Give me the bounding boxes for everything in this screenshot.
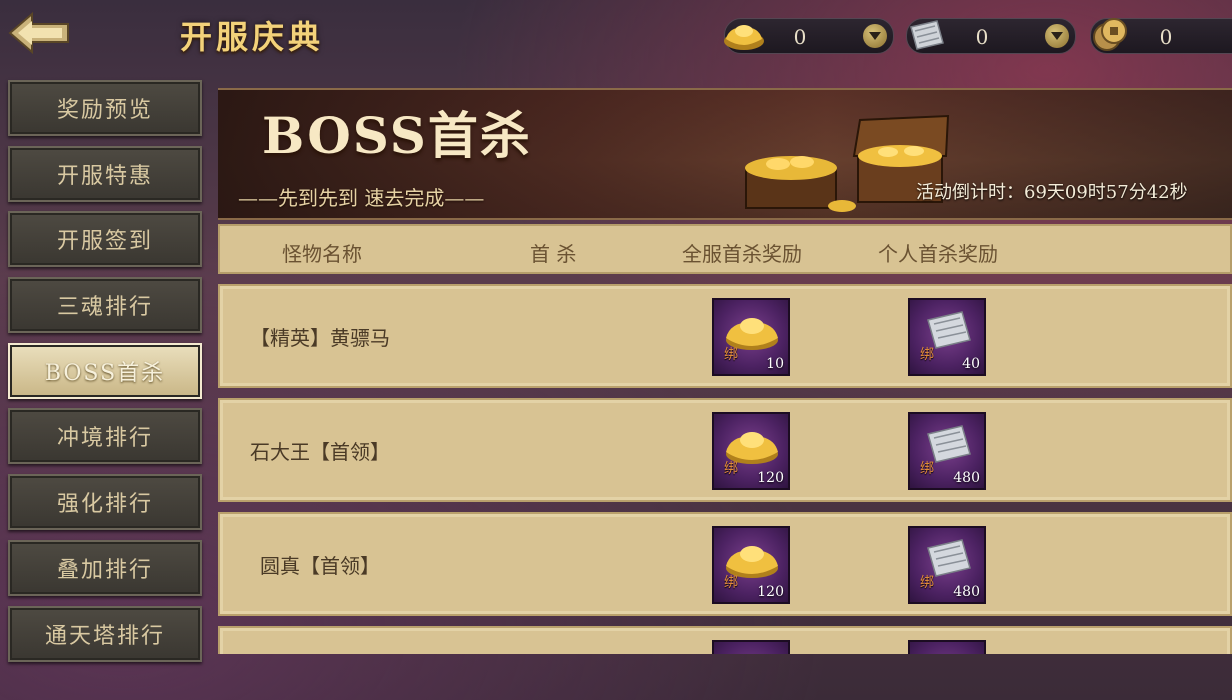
event-banner: BOSS首杀 ——先到先到 速去完成—— 活动倒计时：69天09时57分42秒 — [218, 88, 1232, 220]
table-row: 圆真【首领】 绑 120 绑 480 — [218, 512, 1232, 616]
sidebar-item-label: 三魂排行 — [56, 295, 153, 321]
sidebar-item-reward-preview[interactable]: 奖励预览 — [8, 80, 202, 136]
column-header-monster-name: 怪物名称 — [282, 242, 362, 266]
table-row: 石大王【首领】 绑 120 绑 480 — [218, 398, 1232, 502]
table-header: 怪物名称 首 杀 全服首杀奖励 个人首杀奖励 — [218, 224, 1232, 274]
server-reward-slot[interactable] — [712, 640, 790, 654]
sidebar-item-enhance-rank[interactable]: 强化排行 — [8, 474, 202, 531]
server-reward-slot[interactable]: 绑 120 — [712, 412, 790, 490]
sidebar-item-label: 通天塔排行 — [44, 623, 165, 649]
reward-quantity: 120 — [757, 470, 784, 486]
reward-quantity: 120 — [757, 584, 784, 600]
silver-value: 0 — [975, 25, 989, 49]
countdown-timer: 活动倒计时：69天09时57分42秒 — [916, 182, 1188, 203]
banner-subtitle: ——先到先到 速去完成—— — [238, 186, 485, 210]
boss-name: 【精英】黄骠马 — [250, 326, 390, 350]
currency-silver: 0 — [906, 18, 1076, 54]
gold-value: 0 — [793, 25, 807, 49]
bind-tag: 绑 — [724, 575, 738, 591]
gold-ingot-icon — [721, 13, 767, 57]
personal-reward-slot[interactable]: 绑 40 — [908, 298, 986, 376]
sidebar-item-tower-rank[interactable]: 通天塔排行 — [8, 605, 202, 662]
sidebar-item-label: 强化排行 — [56, 492, 153, 518]
bind-tag: 绑 — [724, 461, 738, 477]
sidebar-item-label: 奖励预览 — [56, 98, 153, 123]
silver-note-icon — [903, 13, 949, 57]
copper-value: 0 — [1159, 25, 1173, 49]
gold-dropdown-button[interactable] — [863, 24, 887, 48]
sidebar-item-label: BOSS首杀 — [44, 360, 166, 386]
personal-reward-slot[interactable]: 绑 480 — [908, 412, 986, 490]
personal-reward-slot[interactable]: 绑 480 — [908, 526, 986, 604]
server-reward-slot[interactable]: 绑 120 — [712, 526, 790, 604]
bind-tag: 绑 — [724, 347, 738, 363]
banner-title: BOSS首杀 — [262, 106, 532, 165]
sidebar: 奖励预览 开服特惠 开服签到 三魂排行 BOSS首杀 冲境排行 强化排行 叠加排… — [8, 80, 202, 671]
reward-quantity: 480 — [953, 584, 980, 600]
sidebar-item-server-deals[interactable]: 开服特惠 — [8, 145, 202, 202]
column-header-personal-reward: 个人首杀奖励 — [878, 242, 998, 266]
column-header-server-reward: 全服首杀奖励 — [682, 242, 802, 266]
bind-tag: 绑 — [920, 575, 934, 591]
boss-name: 石大王【首领】 — [250, 440, 390, 464]
currency-gold: 0 — [724, 18, 894, 54]
sidebar-item-server-signin[interactable]: 开服签到 — [8, 211, 202, 268]
boss-name: 圆真【首领】 — [260, 554, 380, 578]
sidebar-item-boss-first-kill[interactable]: BOSS首杀 — [8, 342, 202, 399]
sidebar-item-label: 开服签到 — [56, 229, 153, 255]
reward-quantity: 10 — [766, 356, 784, 372]
column-header-first-kill: 首 杀 — [530, 242, 577, 266]
bind-tag: 绑 — [920, 347, 934, 363]
sidebar-item-realm-rank[interactable]: 冲境排行 — [8, 408, 202, 465]
copper-coins-icon — [1087, 13, 1133, 57]
table-row: 【精英】黄骠马 绑 10 绑 40 — [218, 284, 1232, 388]
server-reward-slot[interactable]: 绑 10 — [712, 298, 790, 376]
silver-dropdown-button[interactable] — [1045, 24, 1069, 48]
sidebar-item-stack-rank[interactable]: 叠加排行 — [8, 539, 202, 596]
reward-quantity: 480 — [953, 470, 980, 486]
personal-reward-slot[interactable] — [908, 640, 986, 654]
page-title: 开服庆典 — [180, 18, 325, 56]
sidebar-item-label: 叠加排行 — [56, 557, 153, 583]
bind-tag: 绑 — [920, 461, 934, 477]
back-arrow-icon[interactable] — [6, 10, 72, 56]
top-bar: 开服庆典 0 0 0 — [0, 0, 1232, 72]
sidebar-item-label: 开服特惠 — [56, 163, 153, 189]
currency-copper: 0 — [1090, 18, 1232, 54]
boss-list[interactable]: 【精英】黄骠马 绑 10 绑 40 石大王【首领】 绑 120 绑 480 圆真… — [218, 284, 1232, 654]
sidebar-item-three-souls-rank[interactable]: 三魂排行 — [8, 277, 202, 334]
sidebar-item-label: 冲境排行 — [56, 426, 153, 452]
table-row — [218, 626, 1232, 654]
reward-quantity: 40 — [962, 356, 980, 372]
